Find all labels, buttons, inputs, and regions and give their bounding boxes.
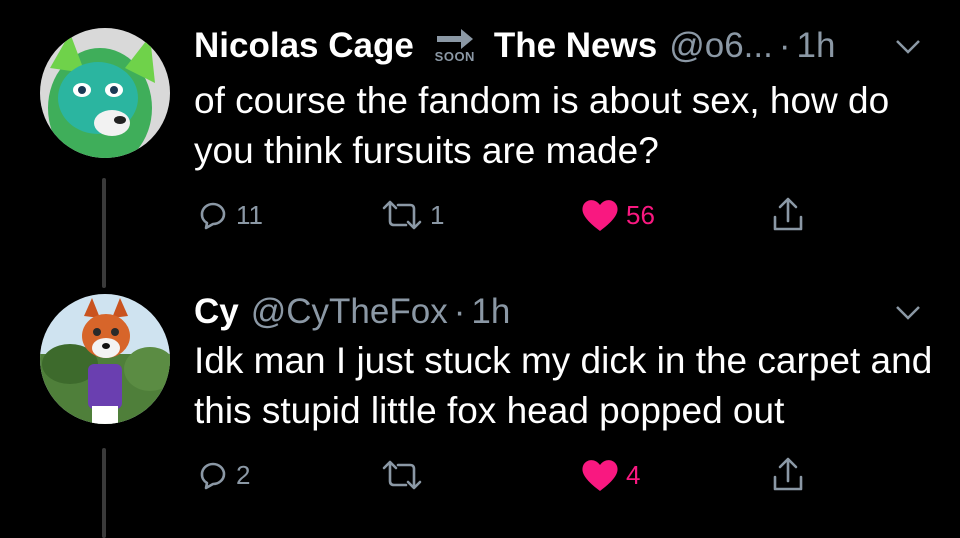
author-handle[interactable]: @CyTheFox [251,292,448,332]
tweet-1[interactable]: Nicolas Cage SOON The News @o6... · 1h o… [0,0,960,288]
thread-line [102,448,106,538]
separator: · [453,292,466,331]
tweet-actions: 2 4 [194,450,914,500]
retweet-button[interactable]: 1 [380,190,444,240]
tweet-text: Idk man I just stuck my dick in the carp… [194,340,933,431]
share-button[interactable] [770,190,806,240]
heart-icon [582,460,618,491]
heart-icon [582,200,618,231]
soon-retweet-badge: SOON [428,24,482,68]
retweet-icon [382,460,422,490]
share-button[interactable] [770,450,806,500]
tweet-2[interactable]: Cy @CyTheFox · 1h Idk man I just stuck m… [0,270,960,538]
reply-button[interactable]: 2 [194,450,250,500]
share-icon [773,197,803,231]
soon-label: SOON [434,49,475,64]
author-handle[interactable]: @o6... [669,26,773,66]
timestamp[interactable]: 1h [471,292,510,332]
tweet-text: of course the fandom is about sex, how d… [194,80,890,171]
chevron-down-icon[interactable] [894,38,922,61]
tweet-header: Nicolas Cage SOON The News @o6... · 1h [194,24,835,68]
retweet-count: 1 [430,199,445,230]
chevron-down-icon[interactable] [894,304,922,327]
like-count: 56 [626,199,655,230]
retweet-button[interactable] [380,450,430,500]
quoted-name[interactable]: The News [494,26,657,66]
avatar-nicolas-cage[interactable] [40,28,170,158]
author-name[interactable]: Nicolas Cage [194,26,414,66]
reply-icon [200,202,226,230]
fox-fursuit-avatar-image [40,294,170,424]
reply-count: 2 [236,459,251,490]
arrow-right-icon [436,29,473,49]
separator: · [778,26,791,65]
reply-button[interactable]: 11 [194,190,263,240]
like-button[interactable]: 56 [580,190,655,240]
reply-icon [200,462,226,490]
timestamp[interactable]: 1h [797,26,836,66]
author-name[interactable]: Cy [194,292,239,332]
tweet-actions: 11 1 56 [194,190,914,240]
reply-count: 11 [236,199,263,230]
like-button[interactable]: 4 [580,450,640,500]
like-count: 4 [626,459,641,490]
share-icon [773,457,803,491]
green-fursuit-avatar-image [40,28,170,158]
tweet-thread-screen: { "tweets": [ { "author_name": "Nicolas … [0,0,960,538]
retweet-icon [382,200,422,230]
avatar-cy[interactable] [40,294,170,424]
tweet-header: Cy @CyTheFox · 1h [194,290,510,334]
